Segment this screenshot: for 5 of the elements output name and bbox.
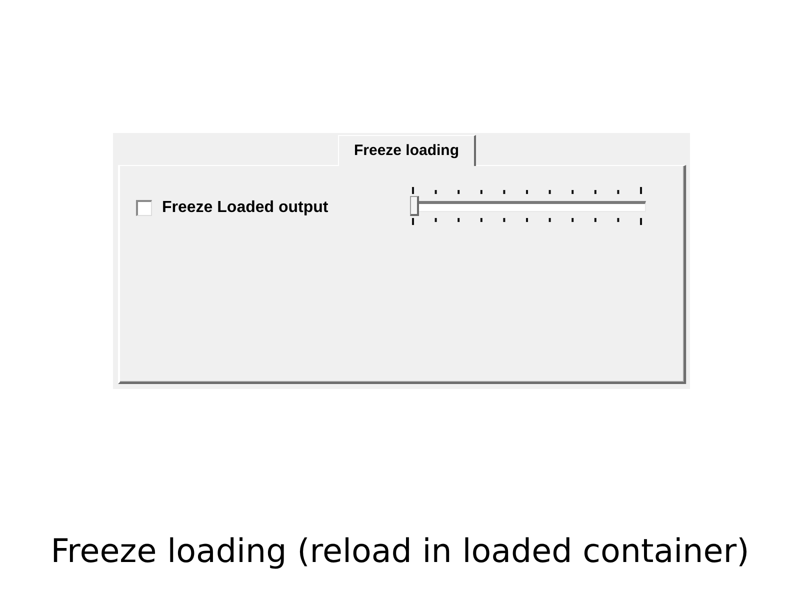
checkbox-label: Freeze Loaded output [162, 199, 328, 217]
checkbox[interactable] [136, 200, 152, 216]
slider-thumb[interactable] [410, 196, 419, 216]
caption: Freeze loading (reload in loaded container) [50, 532, 750, 570]
tab[interactable]: Freeze loading [338, 135, 476, 166]
